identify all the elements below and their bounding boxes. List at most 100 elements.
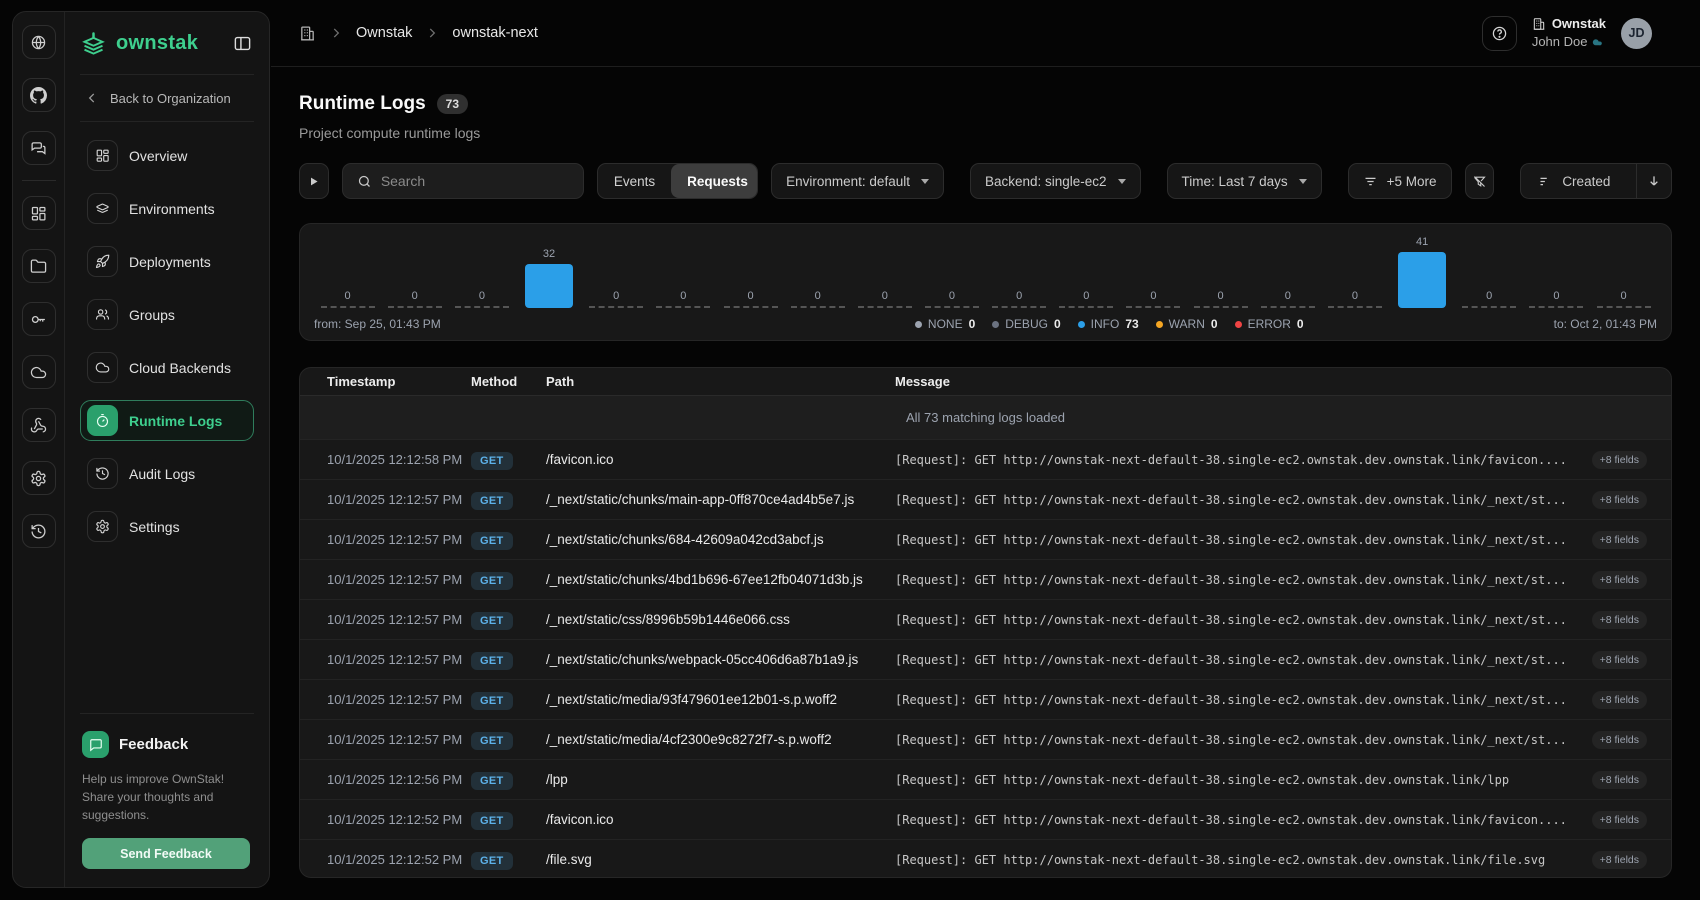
histogram-bucket[interactable]: 0 xyxy=(1523,290,1590,308)
log-row[interactable]: 10/1/2025 12:12:52 PMGET/file.svg[Reques… xyxy=(300,840,1671,878)
histogram-bucket[interactable]: 0 xyxy=(1321,290,1388,308)
rail-dashboard-icon[interactable] xyxy=(22,196,56,230)
histogram-bucket[interactable]: 0 xyxy=(314,290,381,308)
bucket-count: 0 xyxy=(1083,290,1089,302)
log-row[interactable]: 10/1/2025 12:12:58 PMGET/favicon.ico[Req… xyxy=(300,440,1671,480)
sidebar-item-cloud-backends[interactable]: Cloud Backends xyxy=(80,347,254,388)
rail-cloud-icon[interactable] xyxy=(22,355,56,389)
tab-requests[interactable]: Requests xyxy=(671,164,758,198)
avatar[interactable]: JD xyxy=(1621,18,1652,49)
histogram-bucket[interactable]: 0 xyxy=(1590,290,1657,308)
log-timestamp: 10/1/2025 12:12:57 PM xyxy=(327,692,471,707)
sidebar-item-settings[interactable]: Settings xyxy=(80,506,254,547)
histogram-bucket[interactable]: 0 xyxy=(784,290,851,308)
column-header-timestamp: Timestamp xyxy=(327,374,471,389)
org-user-switcher[interactable]: Ownstak John Doe xyxy=(1532,16,1606,50)
histogram-bucket[interactable]: 0 xyxy=(650,290,717,308)
filter-environment[interactable]: Environment: default xyxy=(771,163,944,199)
collapse-sidebar-icon[interactable] xyxy=(230,31,254,55)
rail-globe-icon[interactable] xyxy=(22,25,56,59)
log-row[interactable]: 10/1/2025 12:12:57 PMGET/_next/static/ch… xyxy=(300,480,1671,520)
histogram-bucket[interactable]: 32 xyxy=(515,248,582,308)
sidebar-item-overview[interactable]: Overview xyxy=(80,135,254,176)
histogram-bucket[interactable]: 41 xyxy=(1389,236,1456,308)
log-row[interactable]: 10/1/2025 12:12:57 PMGET/_next/static/me… xyxy=(300,680,1671,720)
histogram-bucket[interactable]: 0 xyxy=(1187,290,1254,308)
fields-badge[interactable]: +8 fields xyxy=(1592,691,1647,709)
log-message: [Request]: GET http://ownstak-next-defau… xyxy=(895,613,1582,627)
breadcrumb-org[interactable]: Ownstak xyxy=(356,25,412,41)
ownstak-logo-icon xyxy=(80,30,107,57)
log-row[interactable]: 10/1/2025 12:12:57 PMGET/_next/static/ch… xyxy=(300,520,1671,560)
bucket-count: 0 xyxy=(680,290,686,302)
fields-badge[interactable]: +8 fields xyxy=(1592,731,1647,749)
legend-dot xyxy=(1235,321,1242,328)
table-body: 10/1/2025 12:12:58 PMGET/favicon.ico[Req… xyxy=(300,440,1671,878)
histogram-bucket[interactable]: 0 xyxy=(851,290,918,308)
log-row[interactable]: 10/1/2025 12:12:52 PMGET/favicon.ico[Req… xyxy=(300,800,1671,840)
log-message-cell: [Request]: GET http://ownstak-next-defau… xyxy=(895,571,1647,589)
send-feedback-button[interactable]: Send Feedback xyxy=(82,838,250,869)
sidebar-item-groups[interactable]: Groups xyxy=(80,294,254,335)
sidebar-item-label: Audit Logs xyxy=(129,466,195,482)
histogram-bucket[interactable]: 0 xyxy=(448,290,515,308)
tab-events[interactable]: Events xyxy=(598,164,671,198)
bucket-count: 0 xyxy=(1218,290,1224,302)
fields-badge[interactable]: +8 fields xyxy=(1592,851,1647,869)
log-row[interactable]: 10/1/2025 12:12:56 PMGET/lpp[Request]: G… xyxy=(300,760,1671,800)
filter-backend[interactable]: Backend: single-ec2 xyxy=(970,163,1141,199)
help-button[interactable] xyxy=(1482,16,1517,51)
clear-filters-button[interactable] xyxy=(1465,163,1495,199)
histogram-bucket[interactable]: 0 xyxy=(1120,290,1187,308)
rail-key-icon[interactable] xyxy=(22,302,56,336)
fields-badge[interactable]: +8 fields xyxy=(1592,531,1647,549)
filter-time[interactable]: Time: Last 7 days xyxy=(1167,163,1322,199)
search-box[interactable] xyxy=(342,163,584,199)
fields-badge[interactable]: +8 fields xyxy=(1592,771,1647,789)
page-title: Runtime Logs xyxy=(299,93,426,115)
log-row[interactable]: 10/1/2025 12:12:57 PMGET/_next/static/ch… xyxy=(300,560,1671,600)
histogram-bucket[interactable]: 0 xyxy=(1053,290,1120,308)
environments-icon xyxy=(87,193,118,224)
live-tail-button[interactable] xyxy=(299,163,329,199)
log-path: /_next/static/media/93f479601ee12b01-s.p… xyxy=(546,692,895,707)
toolbar: EventsRequests Environment: default Backe… xyxy=(299,163,1672,199)
sidebar-item-deployments[interactable]: Deployments xyxy=(80,241,254,282)
rail-gear-icon[interactable] xyxy=(22,461,56,495)
log-row[interactable]: 10/1/2025 12:12:57 PMGET/_next/static/cs… xyxy=(300,600,1671,640)
fields-badge[interactable]: +8 fields xyxy=(1592,491,1647,509)
sidebar-item-runtime-logs[interactable]: Runtime Logs xyxy=(80,400,254,441)
fields-badge[interactable]: +8 fields xyxy=(1592,811,1647,829)
breadcrumb-project[interactable]: ownstak-next xyxy=(452,25,537,41)
histogram-bucket[interactable]: 0 xyxy=(583,290,650,308)
rail-github-icon[interactable] xyxy=(22,78,56,112)
rail-webhook-icon[interactable] xyxy=(22,408,56,442)
histogram-bucket[interactable]: 0 xyxy=(717,290,784,308)
search-input[interactable] xyxy=(381,173,569,189)
back-to-organization[interactable]: Back to Organization xyxy=(80,75,254,121)
sort-by-button[interactable]: Created xyxy=(1521,164,1627,198)
log-row[interactable]: 10/1/2025 12:12:57 PMGET/_next/static/me… xyxy=(300,720,1671,760)
logo-text: ownstak xyxy=(116,32,198,55)
histogram-bucket[interactable]: 0 xyxy=(1254,290,1321,308)
fields-badge[interactable]: +8 fields xyxy=(1592,611,1647,629)
histogram-bucket[interactable]: 0 xyxy=(381,290,448,308)
histogram-bucket[interactable]: 0 xyxy=(986,290,1053,308)
sidebar-item-environments[interactable]: Environments xyxy=(80,188,254,229)
rail-folder-icon[interactable] xyxy=(22,249,56,283)
sort-direction-button[interactable] xyxy=(1636,164,1671,198)
fields-badge[interactable]: +8 fields xyxy=(1592,571,1647,589)
sidebar-item-audit-logs[interactable]: Audit Logs xyxy=(80,453,254,494)
bucket-count: 0 xyxy=(613,290,619,302)
histogram-bucket[interactable]: 0 xyxy=(918,290,985,308)
more-filters-button[interactable]: +5 More xyxy=(1348,163,1452,199)
histogram-bucket[interactable]: 0 xyxy=(1456,290,1523,308)
log-row[interactable]: 10/1/2025 12:12:57 PMGET/_next/static/ch… xyxy=(300,640,1671,680)
rail-history-icon[interactable] xyxy=(22,514,56,548)
rail-chat-icon[interactable] xyxy=(22,131,56,165)
log-message-cell: [Request]: GET http://ownstak-next-defau… xyxy=(895,731,1647,749)
fields-badge[interactable]: +8 fields xyxy=(1592,651,1647,669)
histogram-footer: from: Sep 25, 01:43 PM NONE0DEBUG0INFO73… xyxy=(314,308,1657,340)
rail-divider xyxy=(22,180,56,181)
fields-badge[interactable]: +8 fields xyxy=(1592,451,1647,469)
